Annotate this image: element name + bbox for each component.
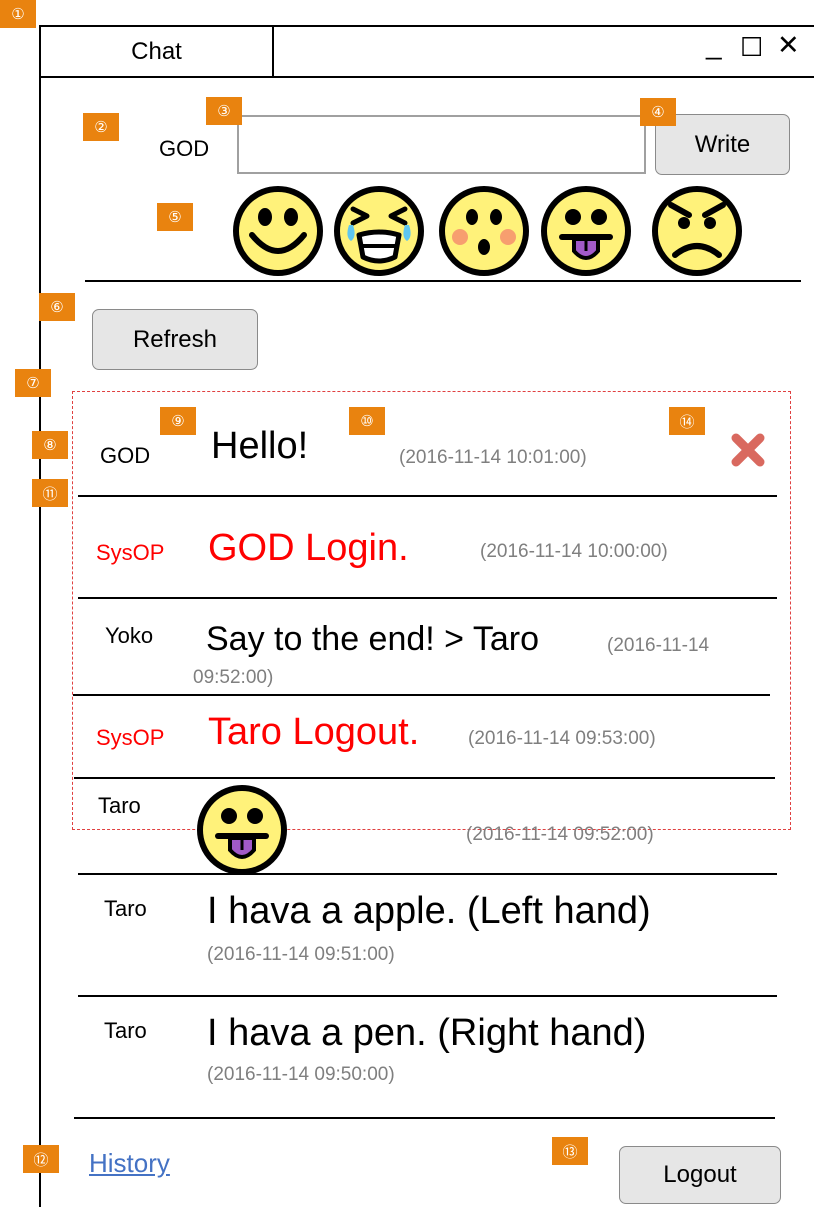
message-text: Say to the end! > Taro [206,620,539,658]
delete-message-icon[interactable] [730,432,766,468]
annotation-badge-7: ⑦ [15,369,51,397]
message-timestamp: (2016-11-14 09:52:00) [466,824,654,845]
compose-divider [85,280,801,282]
message-timestamp-continued: 09:52:00) [193,667,274,688]
message-user: Taro [104,896,147,921]
message-timestamp: (2016-11-14 09:50:00) [207,1064,395,1085]
tab-separator [272,25,274,77]
window-left-border [39,25,41,1207]
message-text: I hava a apple. (Left hand) [207,890,651,932]
message-divider [78,597,777,599]
annotation-badge-14: ⑭ [669,407,705,435]
message-timestamp: (2016-11-14 [607,635,710,656]
tab-chat[interactable]: Chat [41,38,272,66]
titlebar-bottom-border [39,76,814,78]
message-timestamp: (2016-11-14 09:51:00) [207,944,395,965]
logout-button[interactable]: Logout [619,1146,781,1204]
message-timestamp: (2016-11-14 10:00:00) [480,541,668,562]
message-user: Taro [104,1018,147,1043]
message-text: I hava a pen. (Right hand) [207,1012,647,1054]
message-divider [73,694,770,696]
annotation-badge-3: ③ [206,97,242,125]
annotation-badge-8: ⑧ [32,431,68,459]
message-divider [78,995,777,997]
footer-divider [74,1117,775,1119]
history-link[interactable]: History [89,1148,170,1179]
angry-emoticon-icon[interactable] [651,185,743,277]
smile-emoticon-icon[interactable] [232,185,324,277]
annotation-badge-4: ④ [640,98,676,126]
message-timestamp: (2016-11-14 09:53:00) [468,728,656,749]
message-timestamp: (2016-11-14 10:01:00) [399,447,587,468]
annotation-badge-1: ① [0,0,36,28]
annotation-badge-5: ⑤ [157,203,193,231]
refresh-button[interactable]: Refresh [92,309,258,370]
message-user: GOD [100,443,151,468]
message-divider [78,495,777,497]
annotation-badge-13: ⑬ [552,1137,588,1165]
tongue-out-emoticon-icon[interactable] [540,185,632,277]
annotation-badge-12: ⑫ [23,1145,59,1173]
current-username: GOD [159,136,210,161]
annotation-badge-6: ⑥ [39,293,75,321]
message-user: Yoko [105,623,154,648]
message-input[interactable] [237,115,646,174]
close-button[interactable]: ✕ [777,30,800,60]
message-user: SysOP [96,725,165,750]
annotation-badge-2: ② [83,113,119,141]
message-user: Taro [98,793,141,818]
maximize-button[interactable]: ☐ [740,32,763,62]
annotation-badge-9: ⑨ [160,407,196,435]
message-divider [74,777,775,779]
message-text: Hello! [211,425,309,467]
message-text: GOD Login. [208,527,409,569]
crying-laughing-emoticon-icon[interactable] [333,185,425,277]
surprised-blush-emoticon-icon[interactable] [438,185,530,277]
message-text: Taro Logout. [208,711,420,753]
annotation-badge-11: ⑪ [32,479,68,507]
minimize-button[interactable]: _ [706,30,722,60]
tongue-out-emoticon-icon [197,785,287,875]
window-top-border [39,25,814,27]
message-divider [78,873,777,875]
annotation-badge-10: ⑩ [349,407,385,435]
message-user: SysOP [96,540,165,565]
